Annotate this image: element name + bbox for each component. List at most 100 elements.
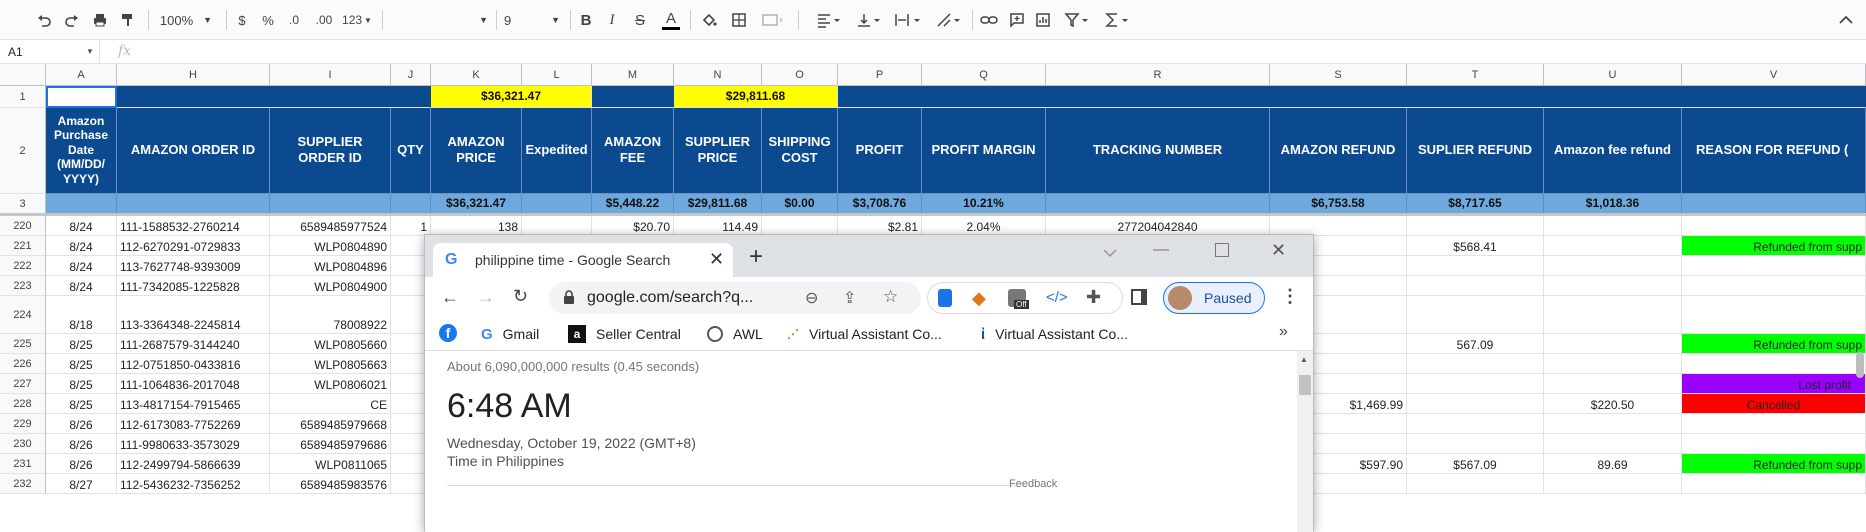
cell-v[interactable] [1682, 354, 1866, 374]
cell-u[interactable]: 89.69 [1544, 454, 1682, 474]
more-bookmarks-icon[interactable]: » [1279, 323, 1288, 341]
profile-button[interactable]: Paused [1163, 282, 1265, 314]
cell-u[interactable] [1544, 414, 1682, 434]
header-tracking-number[interactable]: TRACKING NUMBER [1046, 108, 1270, 194]
minimize-icon[interactable]: — [1153, 241, 1169, 259]
cell-v[interactable] [1682, 474, 1866, 494]
cell-t[interactable] [1407, 256, 1544, 276]
column-header-u[interactable]: U [1544, 64, 1682, 86]
functions-icon[interactable] [1100, 8, 1132, 32]
select-all-corner[interactable] [0, 64, 46, 86]
cell-h[interactable]: 111-7342085-1225828 [117, 276, 270, 296]
total-cell[interactable] [270, 194, 391, 214]
column-header-v[interactable]: V [1682, 64, 1866, 86]
formula-input[interactable] [146, 40, 1846, 64]
column-header-s[interactable]: S [1270, 64, 1407, 86]
cell-v[interactable] [1682, 276, 1866, 296]
row-header[interactable]: 228 [0, 394, 46, 414]
cell-h[interactable]: 111-1588532-2760214 [117, 216, 270, 236]
back-icon[interactable]: ← [441, 287, 459, 308]
align-left-icon[interactable] [812, 8, 844, 32]
cell-t[interactable]: $568.41 [1407, 236, 1544, 256]
text-wrapping-icon[interactable] [890, 8, 924, 32]
strikethrough-button[interactable]: S [630, 8, 650, 32]
cell-s[interactable] [1270, 216, 1407, 236]
cell-h[interactable]: 111-1064836-2017048 [117, 374, 270, 394]
cell-v[interactable] [1682, 296, 1866, 334]
cell-v[interactable]: Refunded from supp [1682, 334, 1866, 354]
row-header[interactable]: 2 [0, 108, 46, 194]
cell-i[interactable]: 6589485983576 [270, 474, 391, 494]
header-amazon-refund[interactable]: AMAZON REFUND [1270, 108, 1407, 194]
forward-icon[interactable]: → [477, 287, 495, 308]
maximize-icon[interactable] [1215, 243, 1229, 257]
bookmark-virtual-assistant-1[interactable]: ⋰ Virtual Assistant Co... [787, 323, 942, 345]
cell-a[interactable]: 8/27 [46, 474, 117, 494]
row-header[interactable]: 224 [0, 296, 46, 334]
cell-h[interactable]: 112-6173083-7752269 [117, 414, 270, 434]
total-profit[interactable]: $3,708.76 [838, 194, 922, 214]
scroll-thumb[interactable] [1299, 375, 1311, 395]
cell-i[interactable]: WLP0804896 [270, 256, 391, 276]
redo-icon[interactable] [60, 8, 84, 32]
print-icon[interactable] [88, 8, 112, 32]
row-header[interactable]: 1 [0, 86, 46, 108]
new-tab-icon[interactable]: + [749, 243, 763, 271]
merge-cells-icon[interactable] [756, 8, 788, 32]
bookmark-star-icon[interactable]: ☆ [883, 287, 898, 307]
bold-button[interactable]: B [576, 8, 596, 32]
column-header-h[interactable]: H [117, 64, 270, 86]
reload-icon[interactable]: ↻ [513, 286, 528, 307]
amazon-price-total-top[interactable]: $36,321.47 [431, 86, 592, 108]
vertical-align-icon[interactable] [852, 8, 884, 32]
header-amazon-order-id[interactable]: AMAZON ORDER ID [117, 108, 270, 194]
total-amazon-price[interactable]: $36,321.47 [431, 194, 522, 214]
collapse-menu-icon[interactable] [1834, 8, 1858, 32]
cell-t[interactable] [1407, 216, 1544, 236]
total-supplier-price[interactable]: $29,811.68 [674, 194, 762, 214]
cell-i[interactable]: 78008922 [270, 296, 391, 334]
row-header[interactable]: 230 [0, 434, 46, 454]
cell-v[interactable]: Refunded from supp [1682, 454, 1866, 474]
column-header-l[interactable]: L [522, 64, 592, 86]
metamask-icon[interactable]: ◆ [972, 288, 986, 309]
total-amazon-fee[interactable]: $5,448.22 [592, 194, 674, 214]
cell-q[interactable]: 2.04% [922, 216, 1046, 236]
total-cell[interactable] [522, 194, 592, 214]
total-cell[interactable] [1046, 194, 1270, 214]
cell-t[interactable] [1407, 434, 1544, 454]
vertical-scrollbar[interactable] [1856, 352, 1864, 378]
cell-k[interactable]: 138 [431, 216, 522, 236]
cell-i[interactable]: 6589485977524 [270, 216, 391, 236]
code-icon[interactable]: </> [1046, 289, 1068, 306]
cell-n[interactable]: 114.49 [674, 216, 762, 236]
side-panel-icon[interactable] [1131, 289, 1147, 305]
undo-icon[interactable] [32, 8, 56, 32]
total-cell[interactable] [1682, 194, 1866, 214]
header-amazon-purchase-date[interactable]: Amazon Purchase Date (MM/DD/ YYYY) [46, 108, 117, 194]
total-amazon-refund[interactable]: $6,753.58 [1270, 194, 1407, 214]
row-header[interactable]: 227 [0, 374, 46, 394]
column-header-j[interactable]: J [391, 64, 431, 86]
selected-cell-a1[interactable] [46, 86, 117, 108]
paint-format-icon[interactable] [116, 8, 140, 32]
cell-u[interactable] [1544, 334, 1682, 354]
tab-google-search[interactable]: G philippine time - Google Search ✕ [433, 243, 733, 277]
filter-icon[interactable] [1060, 8, 1092, 32]
cell-a[interactable]: 8/26 [46, 434, 117, 454]
cell-i[interactable]: WLP0805663 [270, 354, 391, 374]
borders-icon[interactable] [728, 8, 750, 32]
row-header[interactable]: 229 [0, 414, 46, 434]
cell-a[interactable]: 8/24 [46, 256, 117, 276]
row-header[interactable]: 225 [0, 334, 46, 354]
cell-v[interactable]: Refunded from supp [1682, 236, 1866, 256]
text-rotation-icon[interactable] [932, 8, 964, 32]
address-bar[interactable]: google.com/search?q... ⊖ ⇪ ☆ [549, 282, 921, 314]
cell-u[interactable] [1544, 256, 1682, 276]
cell-u[interactable] [1544, 354, 1682, 374]
column-header-p[interactable]: P [838, 64, 922, 86]
cell-i[interactable]: WLP0804890 [270, 236, 391, 256]
header-profit-margin[interactable]: PROFIT MARGIN [922, 108, 1046, 194]
column-header-i[interactable]: I [270, 64, 391, 86]
cell-a[interactable]: 8/26 [46, 454, 117, 474]
